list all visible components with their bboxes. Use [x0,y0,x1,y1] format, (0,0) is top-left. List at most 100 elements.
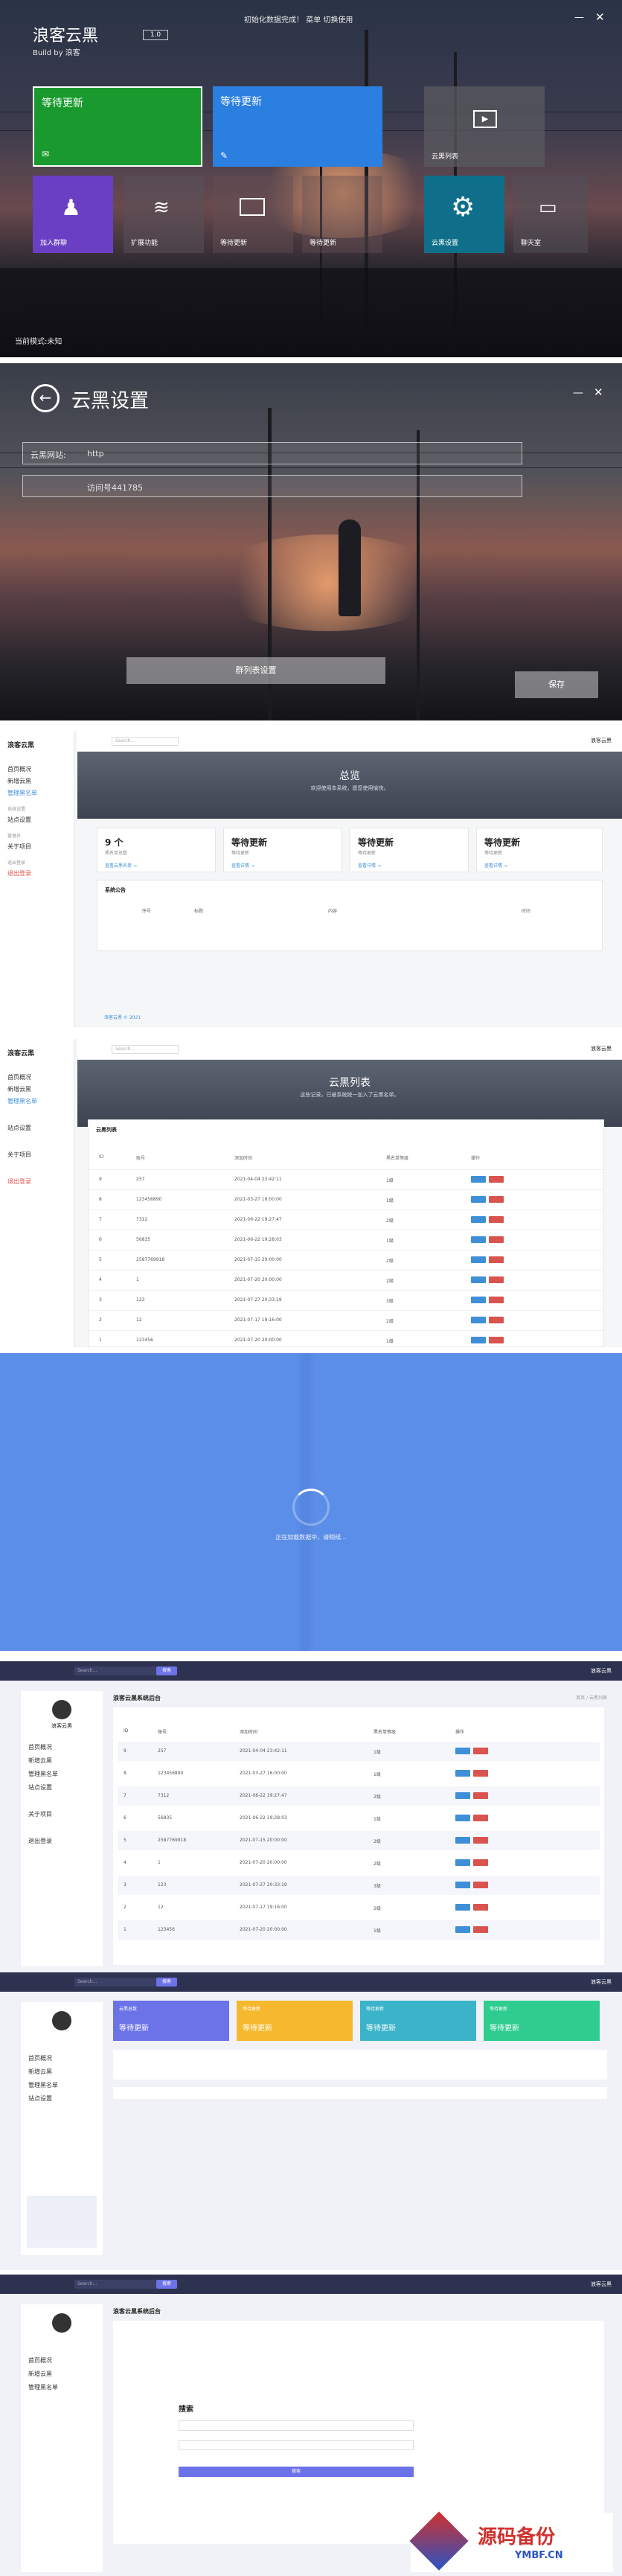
search-button[interactable]: 搜索 [156,2280,177,2289]
group-list-button[interactable]: 群列表设置 [126,657,385,684]
sidebar-item-site[interactable]: 站点设置 [28,2094,52,2103]
tile-join-group[interactable]: ♟ 加入群聊 [33,176,113,253]
sidebar-item-site[interactable]: 站点设置 [7,1124,31,1132]
color-cards: 云黑总数 等待更新 等待更新 等待更新 等待更新 等待更新 等待更新 等待更新 [113,2001,607,2045]
search-button[interactable]: 搜索 [156,1666,177,1675]
sidebar-item-manage[interactable]: 管理黑名单 [7,789,37,797]
edit-button[interactable] [471,1216,486,1223]
delete-button[interactable] [489,1297,504,1303]
tile-update-2[interactable]: 等待更新 ✎ [213,86,382,167]
delete-button[interactable] [473,1904,488,1911]
stat-link[interactable]: 查看详情 → [358,862,381,869]
stat-link[interactable]: 查看详情 → [484,862,507,869]
sidebar-item-logout[interactable]: 退出登录 [7,869,31,878]
search-input[interactable]: Search... [112,1045,179,1054]
api-url-field[interactable]: 云黑网站: http [22,442,522,464]
sidebar-item-logout[interactable]: 退出登录 [7,1177,31,1186]
delete-button[interactable] [489,1317,504,1323]
stat-link[interactable]: 查看详情 → [231,862,254,869]
delete-button[interactable] [489,1216,504,1223]
minimize-icon[interactable]: — [574,12,584,23]
edit-button[interactable] [471,1196,486,1203]
delete-button[interactable] [473,1815,488,1821]
sidebar-item-manage[interactable]: 管理黑名单 [28,2383,58,2391]
close-icon[interactable]: ✕ [594,386,603,399]
tile-blacklist[interactable]: ▶ 云黑列表 [424,86,545,167]
edit-button[interactable] [471,1256,486,1263]
sidebar-item-add[interactable]: 新增云黑 [28,1757,52,1765]
stat-link[interactable]: 查看云黑名单 → [105,862,137,869]
delete-button[interactable] [489,1236,504,1243]
sidebar-item-home[interactable]: 首页概况 [28,2054,52,2062]
edit-button[interactable] [471,1297,486,1303]
sidebar-item-site[interactable]: 站点设置 [28,1783,52,1792]
tile-settings[interactable]: ⚙ 云黑设置 [424,176,504,253]
sidebar-item-add[interactable]: 新增云黑 [7,777,31,785]
minimize-icon[interactable]: — [573,387,583,399]
edit-button[interactable] [455,1748,470,1754]
user-menu[interactable]: 浪客云黑 [591,1045,612,1052]
edit-button[interactable] [455,1837,470,1844]
delete-button[interactable] [473,1859,488,1866]
delete-button[interactable] [473,1837,488,1844]
search-input[interactable]: Search... [74,1978,156,1987]
delete-button[interactable] [489,1196,504,1203]
sidebar-item-about[interactable]: 关于项目 [7,1151,31,1159]
sidebar-item-about[interactable]: 关于项目 [28,1810,52,1818]
sidebar-item-site[interactable]: 站点设置 [7,816,31,824]
search-input[interactable]: Search... [112,737,179,746]
edit-button[interactable] [455,1882,470,1888]
close-icon[interactable]: ✕ [595,10,605,24]
user-menu[interactable]: 浪客云黑 [591,737,612,744]
search-field[interactable] [179,2420,414,2431]
delete-button[interactable] [489,1276,504,1283]
edit-button[interactable] [471,1236,486,1243]
edit-button[interactable] [471,1276,486,1283]
tile-extensions[interactable]: ≋ 扩展功能 [124,176,204,253]
sidebar-item-home[interactable]: 首页概况 [28,2356,52,2365]
sidebar-item-manage[interactable]: 管理黑名单 [7,1097,37,1105]
sidebar-item-logout[interactable]: 退出登录 [28,1837,52,1845]
save-button[interactable]: 保存 [515,671,598,698]
delete-button[interactable] [489,1176,504,1183]
search-input[interactable]: Search... [74,1666,156,1675]
user-menu[interactable]: 浪客云黑 [591,1667,612,1675]
edit-button[interactable] [471,1317,486,1323]
sidebar-item-home[interactable]: 首页概况 [28,1743,52,1751]
edit-button[interactable] [471,1337,486,1343]
back-arrow-icon[interactable]: ← [31,384,60,412]
sidebar-item-add[interactable]: 新增云黑 [28,2068,52,2076]
sidebar-item-add[interactable]: 新增云黑 [28,2370,52,2378]
user-menu[interactable]: 浪客云黑 [591,1978,612,1986]
edit-button[interactable] [455,1904,470,1911]
edit-button[interactable] [455,1792,470,1799]
delete-button[interactable] [473,1926,488,1933]
edit-button[interactable] [455,1815,470,1821]
sidebar-item-home[interactable]: 首页概况 [7,1073,31,1081]
delete-button[interactable] [473,1770,488,1777]
search-button[interactable]: 搜索 [156,1978,177,1987]
search-input[interactable]: Search... [74,2280,156,2289]
sidebar-item-home[interactable]: 首页概况 [7,765,31,773]
edit-button[interactable] [455,1926,470,1933]
tile-chatroom[interactable]: ▭ 聊天室 [513,176,588,253]
edit-button[interactable] [471,1176,486,1183]
tile-update-1[interactable]: 等待更新 ✉ [33,86,202,167]
tile-update-3[interactable]: 等待更新 [213,176,293,253]
sidebar-item-add[interactable]: 新增云黑 [7,1085,31,1093]
sidebar-item-about[interactable]: 关于项目 [7,843,31,851]
sidebar-item-manage[interactable]: 管理黑名单 [28,2081,58,2089]
sidebar-item-manage[interactable]: 管理黑名单 [28,1770,58,1778]
delete-button[interactable] [473,1792,488,1799]
delete-button[interactable] [473,1748,488,1754]
delete-button[interactable] [489,1256,504,1263]
search-select[interactable] [179,2440,414,2450]
edit-button[interactable] [455,1859,470,1866]
qq-field[interactable]: 访问号441785 [22,475,522,497]
edit-button[interactable] [455,1770,470,1777]
search-submit-button[interactable]: 搜索 [179,2467,414,2477]
tile-update-4[interactable]: 等待更新 [302,176,382,253]
delete-button[interactable] [473,1882,488,1888]
user-menu[interactable]: 浪客云黑 [591,2281,612,2288]
delete-button[interactable] [489,1337,504,1343]
